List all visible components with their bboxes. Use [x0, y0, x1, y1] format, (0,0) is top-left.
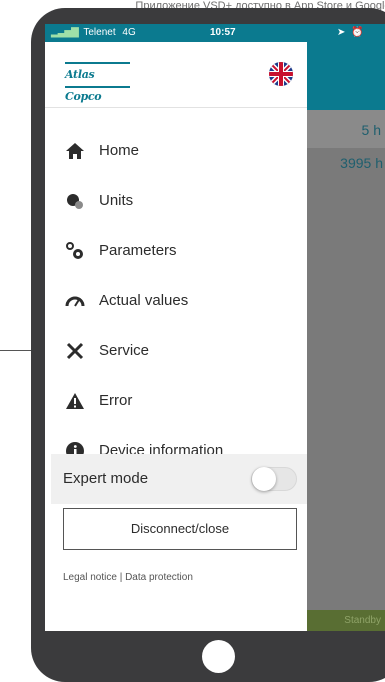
status-bar: ▂▃▅▇ Telenet 4G 10:57 ➤ ⏰	[45, 24, 385, 55]
menu-item-actual-values[interactable]: Actual values	[45, 276, 307, 326]
disconnect-button[interactable]: Disconnect/close	[63, 508, 297, 550]
menu-item-home[interactable]: Home	[45, 126, 307, 176]
menu-item-parameters[interactable]: Parameters	[45, 226, 307, 276]
uk-flag-icon[interactable]	[269, 62, 293, 86]
background-header	[303, 42, 385, 110]
location-icon: ➤	[337, 27, 346, 38]
tools-icon	[66, 342, 84, 360]
atlas-copco-logo: Atlas Copco	[65, 62, 130, 103]
parameters-icon	[66, 242, 83, 259]
menu-item-error[interactable]: Error	[45, 376, 307, 426]
standby-label: Standby	[344, 615, 381, 626]
menu-item-label: Parameters	[99, 242, 177, 259]
network-type: 4G	[122, 27, 136, 38]
gauge-icon	[65, 296, 85, 307]
menu-item-label: Service	[99, 342, 150, 359]
menu-item-service[interactable]: Service	[45, 326, 307, 376]
expert-mode-toggle[interactable]	[251, 467, 297, 491]
background-row-1-value: 5 h	[361, 122, 381, 138]
background-row-1: 5 h	[303, 110, 385, 148]
menu-item-label: Home	[99, 142, 140, 159]
status-time: 10:57	[210, 27, 236, 38]
carrier-name: Telenet	[83, 27, 116, 38]
app-screen: ▂▃▅▇ Telenet 4G 10:57 ➤ ⏰ 5 h 3995 h Sta…	[45, 24, 385, 631]
menu-item-units[interactable]: Units	[45, 176, 307, 226]
menu-item-label: Error	[99, 392, 133, 409]
signal-icon: ▂▃▅▇	[51, 27, 79, 38]
background-row-2-value: 3995 h	[340, 155, 383, 171]
warning-icon	[66, 393, 84, 409]
home-icon	[66, 143, 84, 159]
legal-links[interactable]: Legal notice | Data protection	[63, 572, 193, 583]
alarm-icon: ⏰	[351, 27, 364, 38]
toggle-knob	[252, 467, 276, 491]
carrier-info: ▂▃▅▇ Telenet 4G	[51, 24, 136, 42]
navigation-drawer: Atlas Copco Home Units Parameters Actual…	[45, 42, 307, 631]
drawer-header: Atlas Copco	[45, 42, 307, 108]
expert-mode-row: Expert mode	[51, 454, 307, 504]
standby-status-bar: Standby	[303, 610, 385, 631]
home-button[interactable]	[202, 640, 235, 673]
units-icon	[67, 194, 83, 209]
expert-mode-label: Expert mode	[63, 470, 149, 487]
menu-item-label: Units	[99, 192, 134, 209]
background-row-2: 3995 h	[303, 148, 385, 182]
menu-item-label: Actual values	[99, 292, 189, 309]
